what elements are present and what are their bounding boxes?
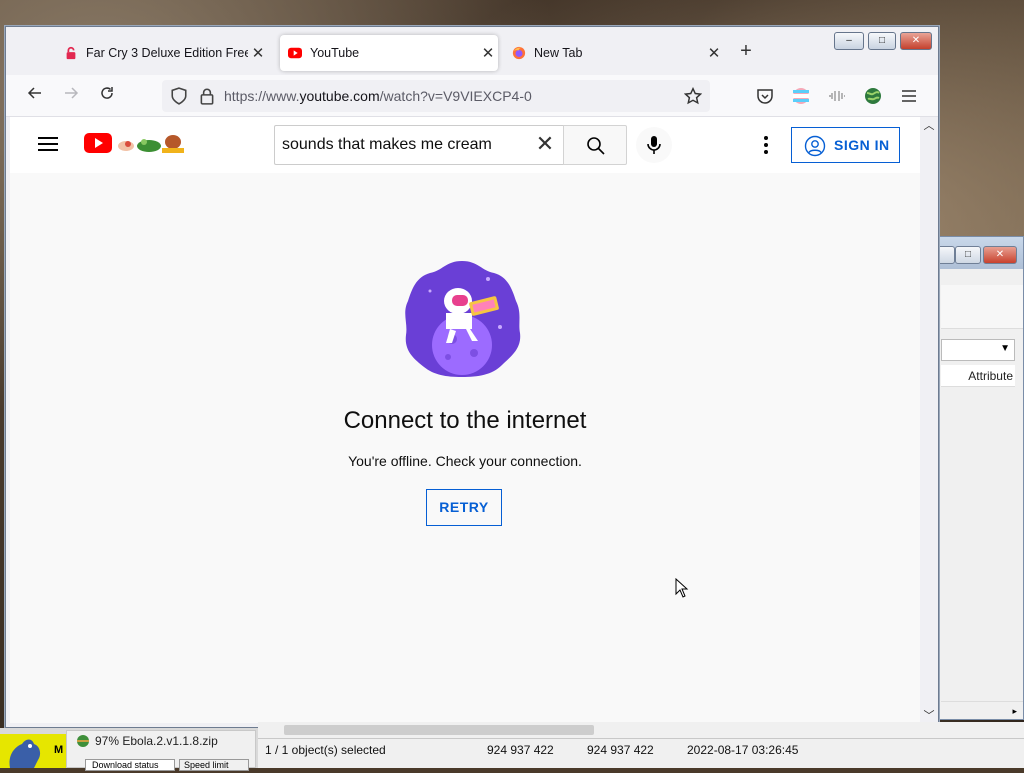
url-text: https://www.youtube.com/watch?v=V9VIEXCP… [224, 88, 532, 104]
selection-status: 1 / 1 object(s) selected [265, 743, 386, 757]
file-manager-dropdown[interactable]: ▼ [941, 339, 1015, 361]
date-status: 2022-08-17 03:26:45 [687, 743, 799, 757]
forward-button[interactable] [59, 84, 83, 108]
url-path: /watch?v=V9VIEXCP4-0 [379, 88, 532, 104]
navigation-toolbar: https://www.youtube.com/watch?v=V9VIEXCP… [6, 75, 938, 117]
offline-heading: Connect to the internet [343, 407, 587, 434]
youtube-icon [288, 47, 302, 59]
more-options-icon[interactable] [754, 133, 778, 157]
scroll-up-icon[interactable]: ︿ [920, 117, 938, 133]
url-bar[interactable]: https://www.youtube.com/watch?v=V9VIEXCP… [162, 80, 710, 112]
size-status-2: 924 937 422 [587, 743, 654, 757]
page-scrollbar[interactable]: ︿ ﹀ [920, 117, 938, 723]
url-host: youtube.com [299, 88, 380, 104]
search-query-text: sounds that makes me cream [282, 136, 492, 153]
youtube-logo-icon[interactable] [84, 133, 112, 153]
file-manager-statusbar: 1 / 1 object(s) selected 924 937 422 924… [258, 738, 1024, 768]
chevron-down-icon: ▼ [1000, 343, 1010, 354]
firefox-icon [512, 46, 526, 60]
red-lock-icon [66, 46, 76, 60]
file-manager-close-button[interactable]: ✕ [983, 246, 1017, 264]
close-icon[interactable]: ✕ [704, 44, 724, 62]
bookmark-star-icon[interactable] [684, 87, 702, 105]
retry-button[interactable]: RETRY [426, 489, 502, 526]
sign-in-button[interactable]: SIGN IN [791, 127, 900, 163]
scroll-down-icon[interactable]: ﹀ [920, 707, 938, 723]
attribute-column-header[interactable]: Attribute [941, 365, 1015, 387]
tab-far-cry[interactable]: Far Cry 3 Deluxe Edition Free Do ✕ [58, 35, 268, 71]
youtube-header: sounds that makes me cream ✕ SIGN IN [10, 117, 920, 173]
archive-icon [77, 735, 89, 747]
new-tab-button[interactable]: + [736, 41, 756, 61]
tab-download-status[interactable]: Download status [85, 759, 175, 771]
account-icon [804, 135, 826, 157]
maximize-button[interactable]: □ [868, 32, 896, 50]
youtube-doodle-logo[interactable] [116, 131, 186, 155]
close-icon[interactable]: ✕ [478, 44, 498, 62]
dragon-app-icon [9, 739, 41, 768]
app-letter: M [54, 744, 64, 756]
tab-speed-limit[interactable]: Speed limit [179, 759, 249, 771]
audio-wave-icon[interactable] [826, 85, 848, 107]
search-button[interactable] [563, 125, 627, 165]
tab-youtube[interactable]: YouTube ✕ [280, 35, 498, 71]
clear-search-icon[interactable]: ✕ [534, 133, 556, 156]
pocket-icon[interactable] [754, 85, 776, 107]
close-icon[interactable]: ✕ [248, 44, 268, 62]
lock-icon[interactable] [198, 87, 216, 105]
search-input[interactable]: sounds that makes me cream [274, 125, 563, 165]
download-label: 97% Ebola.2.v1.1.8.zip [95, 734, 218, 748]
arrow-left-icon [27, 87, 41, 99]
back-button[interactable] [23, 84, 47, 108]
close-window-button[interactable]: ✕ [900, 32, 932, 50]
tab-strip: Far Cry 3 Deluxe Edition Free Do ✕ YouTu… [6, 27, 938, 75]
search-icon [587, 137, 605, 155]
tab-title: YouTube [310, 46, 360, 60]
url-scheme: https://www. [224, 88, 300, 104]
file-manager-scrollbar[interactable]: ▸ [941, 701, 1023, 719]
file-manager-titlebar[interactable]: □ ✕ [929, 237, 1023, 269]
shield-icon[interactable] [170, 87, 188, 105]
tab-title: Far Cry 3 Deluxe Edition Free Do [86, 46, 248, 60]
tab-title: New Tab [534, 46, 583, 60]
file-manager-toolbar [941, 285, 1023, 329]
minimize-button[interactable]: ‒ [834, 32, 864, 50]
firefox-window: Far Cry 3 Deluxe Edition Free Do ✕ YouTu… [5, 26, 939, 728]
taskbar-app-button[interactable]: M [0, 734, 66, 768]
file-manager-maximize-button[interactable]: □ [955, 246, 981, 264]
size-status-1: 924 937 422 [487, 743, 554, 757]
file-manager-window[interactable]: □ ✕ ▼ Attribute ▸ [929, 236, 1024, 720]
menu-icon[interactable] [898, 85, 920, 107]
offline-message: You're offline. Check your connection. [348, 453, 582, 469]
youtube-page: sounds that makes me cream ✕ SIGN IN Con… [10, 117, 920, 723]
microphone-icon [647, 136, 661, 154]
download-manager-panel[interactable]: 97% Ebola.2.v1.1.8.zip Download status S… [66, 730, 256, 771]
tab-new-tab[interactable]: New Tab ✕ [504, 35, 724, 71]
reload-button[interactable] [95, 84, 119, 108]
globe-extension-icon[interactable] [862, 85, 884, 107]
astronaut-illustration [405, 261, 521, 377]
voice-search-button[interactable] [636, 127, 672, 163]
mouse-cursor-icon [675, 578, 689, 598]
reload-icon [101, 87, 113, 99]
hamburger-menu-icon[interactable] [38, 134, 58, 154]
scrollbar-thumb[interactable] [284, 725, 594, 735]
file-list-scrollbar[interactable] [258, 722, 1024, 738]
arrow-right-icon [65, 87, 79, 99]
extension-flag-icon[interactable] [790, 85, 812, 107]
sign-in-label: SIGN IN [834, 137, 890, 153]
